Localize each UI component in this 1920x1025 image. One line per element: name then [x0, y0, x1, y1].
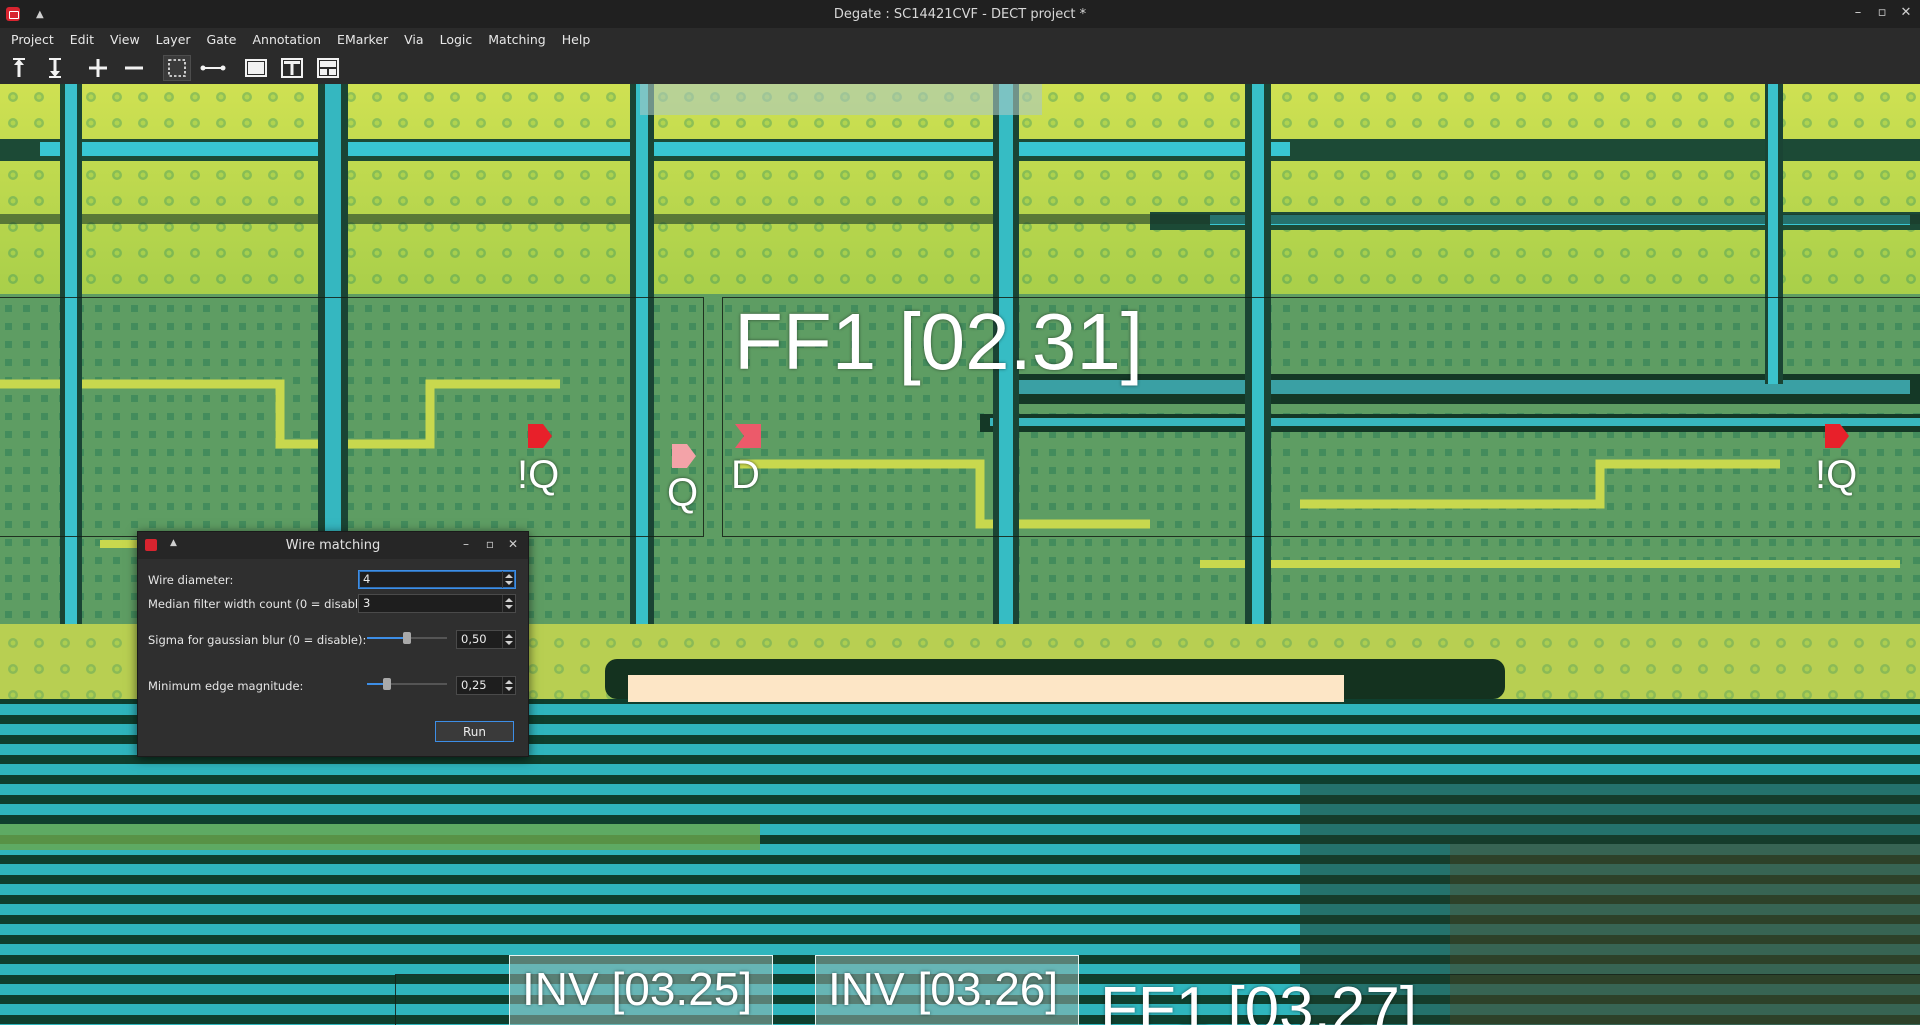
gate-box-left[interactable]	[0, 297, 704, 537]
port-label-nq: !Q	[517, 453, 560, 497]
port-marker-output-icon[interactable]	[1824, 423, 1850, 449]
run-button[interactable]: Run	[435, 721, 514, 742]
wire-diameter-spinbox[interactable]: 4	[358, 570, 516, 589]
menu-help[interactable]: Help	[554, 28, 599, 52]
port-label-q: Q	[667, 471, 699, 515]
gate-label-inv-0325: INV [03.25]	[522, 963, 753, 1015]
annotation-bar[interactable]	[628, 675, 1344, 702]
gate-library-icon[interactable]	[314, 55, 342, 81]
min-edge-stepper[interactable]	[502, 677, 515, 694]
zoom-out-icon[interactable]	[120, 55, 148, 81]
median-filter-value: 3	[363, 596, 371, 610]
wire-matching-dialog: ▲ Wire matching – ▫ ✕ Wire diameter: 4 M…	[137, 531, 529, 757]
tool-bar	[0, 52, 1920, 85]
layer-down-icon[interactable]	[41, 55, 69, 81]
sigma-slider[interactable]	[367, 631, 447, 645]
menu-annotation[interactable]: Annotation	[244, 28, 329, 52]
menu-matching[interactable]: Matching	[480, 28, 553, 52]
sigma-slider-fill	[367, 637, 407, 639]
sigma-slider-handle[interactable]	[403, 632, 411, 644]
sigma-label: Sigma for gaussian blur (0 = disable):	[148, 633, 367, 647]
layer-up-icon[interactable]	[5, 55, 33, 81]
menu-project[interactable]: Project	[3, 28, 62, 52]
annotation-grey[interactable]	[640, 84, 1042, 115]
median-filter-stepper[interactable]	[502, 595, 515, 612]
menu-via[interactable]: Via	[396, 28, 431, 52]
menu-layer[interactable]: Layer	[148, 28, 199, 52]
wire-tool-icon[interactable]	[199, 55, 227, 81]
zoom-in-icon[interactable]	[84, 55, 112, 81]
menu-bar: Project Edit View Layer Gate Annotation …	[0, 28, 1920, 52]
menu-edit[interactable]: Edit	[62, 28, 102, 52]
dialog-close-button[interactable]: ✕	[506, 537, 520, 551]
min-edge-spinbox[interactable]: 0,25	[456, 676, 516, 695]
close-button[interactable]: ✕	[1897, 5, 1915, 20]
dialog-minimize-button[interactable]: –	[459, 537, 473, 551]
gate-label-inv-0326: INV [03.26]	[828, 963, 1059, 1015]
port-marker-input-icon[interactable]	[671, 443, 697, 469]
wire-diameter-label: Wire diameter:	[148, 573, 234, 587]
sigma-stepper[interactable]	[502, 631, 515, 648]
dialog-title-bar[interactable]: ▲ Wire matching – ▫ ✕	[138, 532, 528, 559]
gate-template-icon[interactable]	[242, 55, 270, 81]
gate-label-ff1-0327: FF1 [03.27]	[1100, 975, 1418, 1025]
median-filter-label: Median filter width count (0 = disable):	[148, 597, 374, 611]
window-title: Degate : SC14421CVF - DECT project *	[833, 6, 1087, 22]
port-marker-d-icon[interactable]	[734, 423, 762, 449]
shade-arrow-icon[interactable]: ▲	[36, 9, 44, 20]
sigma-spinbox[interactable]: 0,50	[456, 630, 516, 649]
port-marker-output-icon[interactable]	[527, 423, 553, 449]
maximize-button[interactable]: ▫	[1873, 5, 1891, 20]
dialog-maximize-button[interactable]: ▫	[483, 537, 497, 551]
port-label-d: D	[731, 453, 760, 497]
gate-instance-icon[interactable]	[278, 55, 306, 81]
min-edge-value: 0,25	[461, 678, 487, 692]
area-select-icon[interactable]	[163, 55, 191, 81]
menu-logic[interactable]: Logic	[432, 28, 481, 52]
menu-view[interactable]: View	[102, 28, 148, 52]
minimize-button[interactable]: –	[1849, 5, 1867, 20]
gate-box-inv-0325[interactable]: INV [03.25]	[509, 955, 773, 1025]
window-title-bar: ▲ Degate : SC14421CVF - DECT project * –…	[0, 0, 1920, 28]
menu-emarker[interactable]: EMarker	[329, 28, 396, 52]
median-filter-spinbox[interactable]: 3	[358, 594, 516, 613]
wire-diameter-value: 4	[363, 572, 371, 586]
port-label-nq: !Q	[1815, 453, 1858, 497]
menu-gate[interactable]: Gate	[199, 28, 245, 52]
sigma-value: 0,50	[461, 632, 487, 646]
app-icon[interactable]	[6, 7, 20, 21]
min-edge-slider[interactable]	[367, 677, 447, 691]
min-edge-label: Minimum edge magnitude:	[148, 679, 304, 693]
min-edge-slider-handle[interactable]	[383, 678, 391, 690]
gate-box-inv-0326[interactable]: INV [03.26]	[815, 955, 1079, 1025]
wire-diameter-stepper[interactable]	[502, 571, 515, 588]
gate-label-ff1-0231: FF1 [02.31]	[734, 297, 1144, 386]
